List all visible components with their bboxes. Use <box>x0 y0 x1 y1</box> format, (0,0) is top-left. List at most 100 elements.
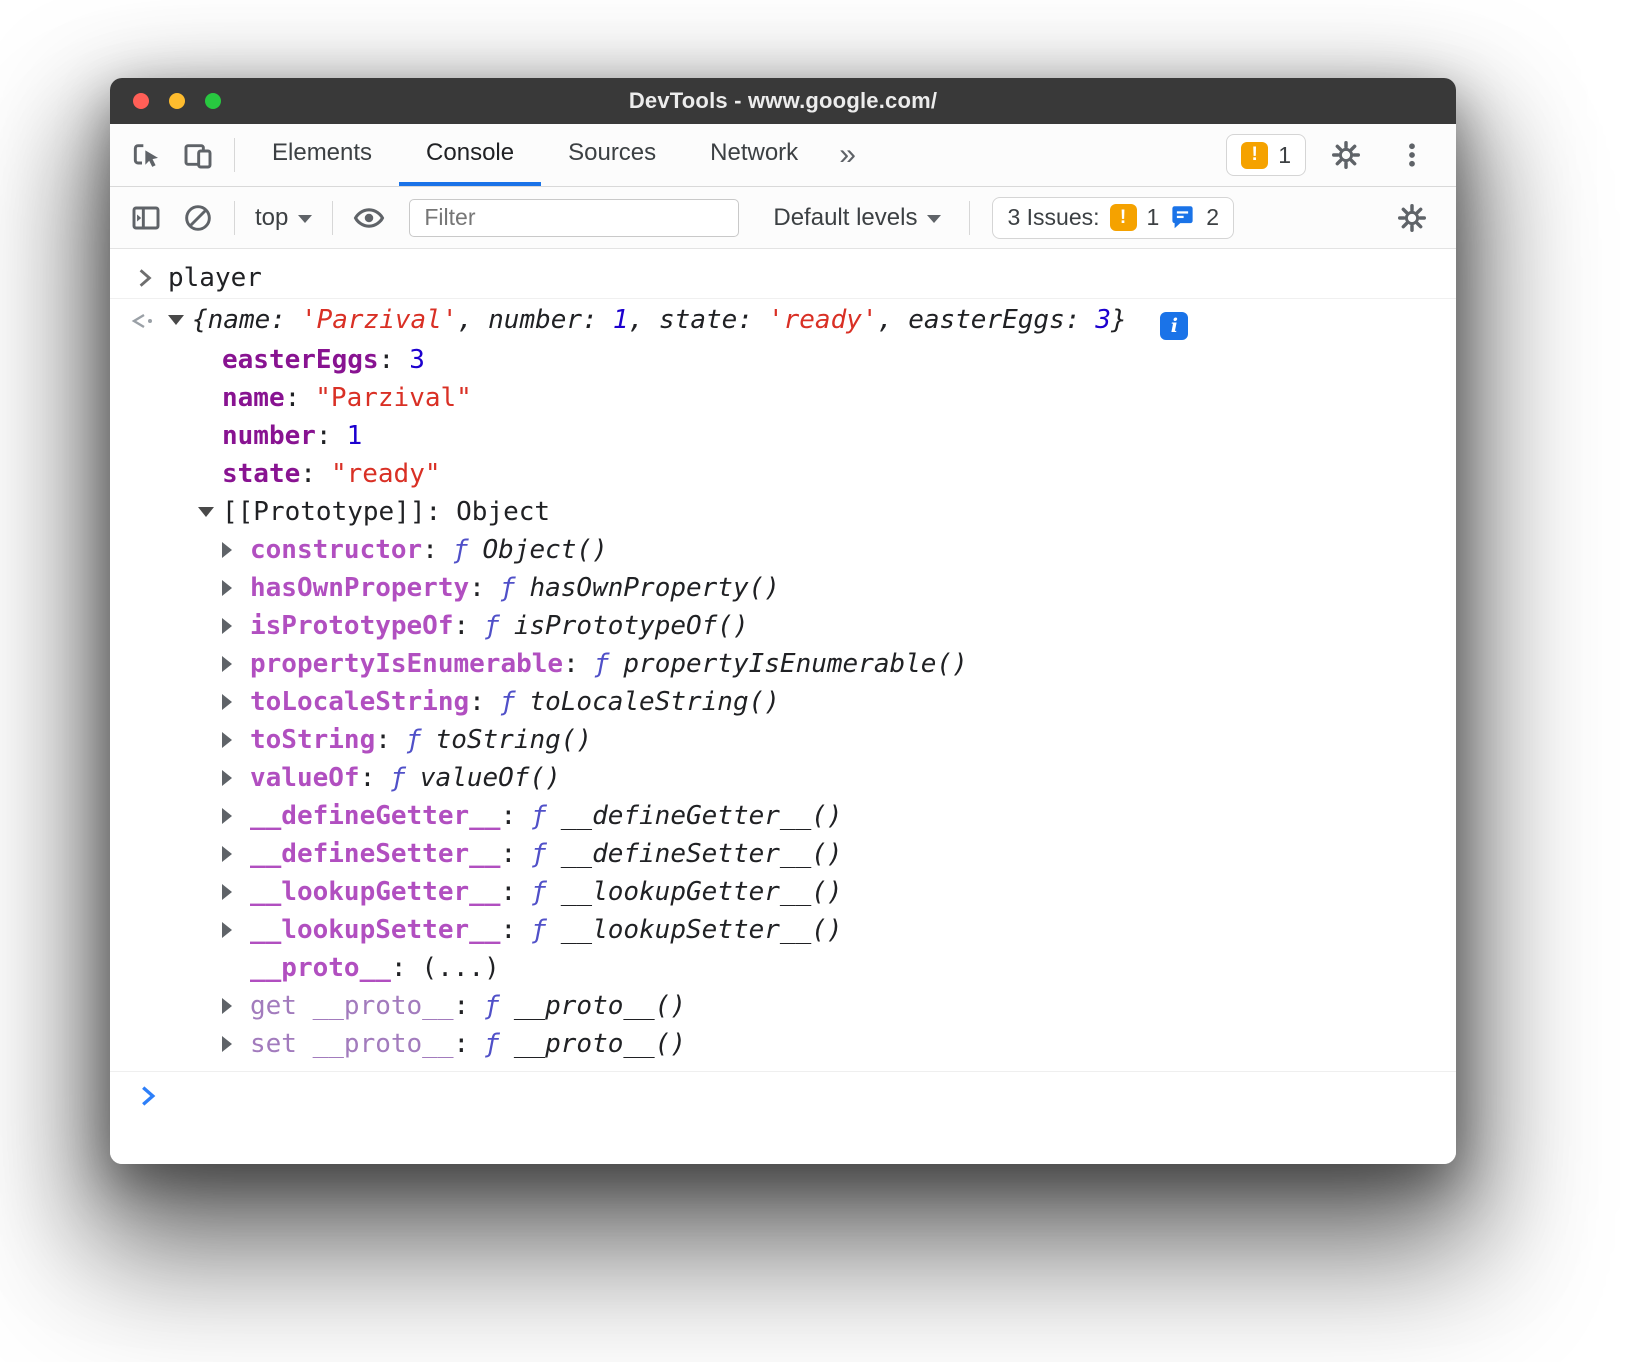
warning-icon: ! <box>1241 142 1268 169</box>
property-row[interactable]: toLocaleString:ƒtoLocaleString() <box>110 683 1456 721</box>
tab-sources[interactable]: Sources <box>541 124 683 186</box>
property-name: set __proto__ <box>250 1029 454 1059</box>
close-window-button[interactable] <box>133 93 149 109</box>
titlebar: DevTools - www.google.com/ <box>110 78 1456 124</box>
property-value: __defineSetter__() <box>561 839 843 869</box>
tab-network[interactable]: Network <box>683 124 825 186</box>
property-value: toString() <box>436 725 593 755</box>
expander-right-icon[interactable] <box>222 580 232 596</box>
property-row[interactable]: isPrototypeOf:ƒisPrototypeOf() <box>110 607 1456 645</box>
expander-right-icon[interactable] <box>222 884 232 900</box>
function-symbol: ƒ <box>531 915 547 945</box>
minimize-window-button[interactable] <box>169 93 185 109</box>
function-symbol: ƒ <box>484 1029 500 1059</box>
divider <box>332 201 333 235</box>
warning-icon: ! <box>1110 204 1137 231</box>
property-value: toLocaleString() <box>529 687 779 717</box>
property-value: Object <box>456 497 550 527</box>
expander-right-icon[interactable] <box>222 1036 232 1052</box>
property-value: hasOwnProperty() <box>529 573 779 603</box>
expander-down-icon[interactable] <box>198 507 214 517</box>
console-settings-button[interactable] <box>1386 195 1438 241</box>
console-prompt[interactable] <box>110 1071 1456 1123</box>
property-value[interactable]: (...) <box>422 953 500 983</box>
inspect-element-button[interactable] <box>120 132 172 178</box>
object-preview: {name:'Parzival',number:1,state:'ready',… <box>192 305 1127 335</box>
property-value: __defineGetter__() <box>561 801 843 831</box>
property-row[interactable]: constructor:ƒObject() <box>110 531 1456 569</box>
property-value: __proto__() <box>514 1029 686 1059</box>
error-count-badge[interactable]: ! 1 <box>1226 134 1306 176</box>
property-row[interactable]: get __proto__:ƒ__proto__() <box>110 987 1456 1025</box>
inspect-icon <box>130 139 162 171</box>
issues-error-count: 1 <box>1147 204 1160 231</box>
property-row[interactable]: valueOf:ƒvalueOf() <box>110 759 1456 797</box>
tab-console[interactable]: Console <box>399 124 541 186</box>
maximize-window-button[interactable] <box>205 93 221 109</box>
divider <box>969 201 970 235</box>
property-name: toString <box>250 725 375 755</box>
property-value: __proto__() <box>514 991 686 1021</box>
property-row[interactable]: propertyIsEnumerable:ƒpropertyIsEnumerab… <box>110 645 1456 683</box>
function-symbol: ƒ <box>594 649 610 679</box>
expander-right-icon[interactable] <box>222 732 232 748</box>
sidebar-icon <box>130 202 162 234</box>
expander-down-icon[interactable] <box>168 315 184 325</box>
console-sidebar-button[interactable] <box>120 195 172 241</box>
clear-console-button[interactable] <box>172 195 224 241</box>
property-row[interactable]: __defineGetter__:ƒ__defineGetter__() <box>110 797 1456 835</box>
info-icon[interactable]: i <box>1160 312 1188 340</box>
expander-right-icon[interactable] <box>222 694 232 710</box>
tab-elements[interactable]: Elements <box>245 124 399 186</box>
property-value: "Parzival" <box>315 383 472 413</box>
chevron-down-icon <box>298 215 312 223</box>
device-toolbar-icon <box>182 139 214 171</box>
live-expression-button[interactable] <box>343 195 395 241</box>
more-tabs-button[interactable]: » <box>825 124 870 186</box>
console-result-row[interactable]: {name:'Parzival',number:1,state:'ready',… <box>110 299 1456 341</box>
traffic-lights <box>133 93 221 109</box>
device-toolbar-button[interactable] <box>172 132 224 178</box>
property-value: isPrototypeOf() <box>514 611 749 641</box>
echo-command: player <box>168 263 262 293</box>
expander-right-icon[interactable] <box>222 542 232 558</box>
filter-input[interactable] <box>409 199 739 237</box>
console-echo-row[interactable]: player <box>110 257 1456 299</box>
devtools-settings-button[interactable] <box>1320 132 1372 178</box>
property-row[interactable]: easterEggs:3 <box>110 341 1456 379</box>
property-row[interactable]: __lookupSetter__:ƒ__lookupSetter__() <box>110 911 1456 949</box>
property-name: __defineGetter__ <box>250 801 500 831</box>
property-row[interactable]: state:"ready" <box>110 455 1456 493</box>
expander-right-icon[interactable] <box>222 846 232 862</box>
property-row[interactable]: __defineSetter__:ƒ__defineSetter__() <box>110 835 1456 873</box>
expander-right-icon[interactable] <box>222 808 232 824</box>
issues-button[interactable]: 3 Issues: ! 1 2 <box>992 197 1234 239</box>
property-row[interactable]: number:1 <box>110 417 1456 455</box>
devtools-menu-button[interactable] <box>1386 132 1438 178</box>
property-row[interactable]: hasOwnProperty:ƒhasOwnProperty() <box>110 569 1456 607</box>
function-symbol: ƒ <box>531 877 547 907</box>
property-name: [[Prototype]] <box>222 497 426 527</box>
expander-right-icon[interactable] <box>222 922 232 938</box>
prototype-row[interactable]: [[Prototype]]:Object <box>110 493 1456 531</box>
log-levels-selector[interactable]: Default levels <box>763 204 951 232</box>
devtools-tabbar: Elements Console Sources Network » ! 1 <box>110 124 1456 187</box>
property-value: Object() <box>483 535 608 565</box>
function-symbol: ƒ <box>500 573 516 603</box>
property-row[interactable]: toString:ƒtoString() <box>110 721 1456 759</box>
property-value: propertyIsEnumerable() <box>623 649 967 679</box>
expander-right-icon[interactable] <box>222 770 232 786</box>
property-row[interactable]: __proto__:(...) <box>110 949 1456 987</box>
property-value: valueOf() <box>420 763 561 793</box>
expander-right-icon[interactable] <box>222 618 232 634</box>
expander-right-icon[interactable] <box>222 998 232 1014</box>
property-row[interactable]: name:"Parzival" <box>110 379 1456 417</box>
property-name: valueOf <box>250 763 360 793</box>
expander-right-icon[interactable] <box>222 656 232 672</box>
property-row[interactable]: set __proto__:ƒ__proto__() <box>110 1025 1456 1063</box>
function-symbol: ƒ <box>531 839 547 869</box>
javascript-context-selector[interactable]: top <box>245 204 322 232</box>
property-row[interactable]: __lookupGetter__:ƒ__lookupGetter__() <box>110 873 1456 911</box>
function-symbol: ƒ <box>390 763 406 793</box>
property-name: __proto__ <box>250 953 391 983</box>
